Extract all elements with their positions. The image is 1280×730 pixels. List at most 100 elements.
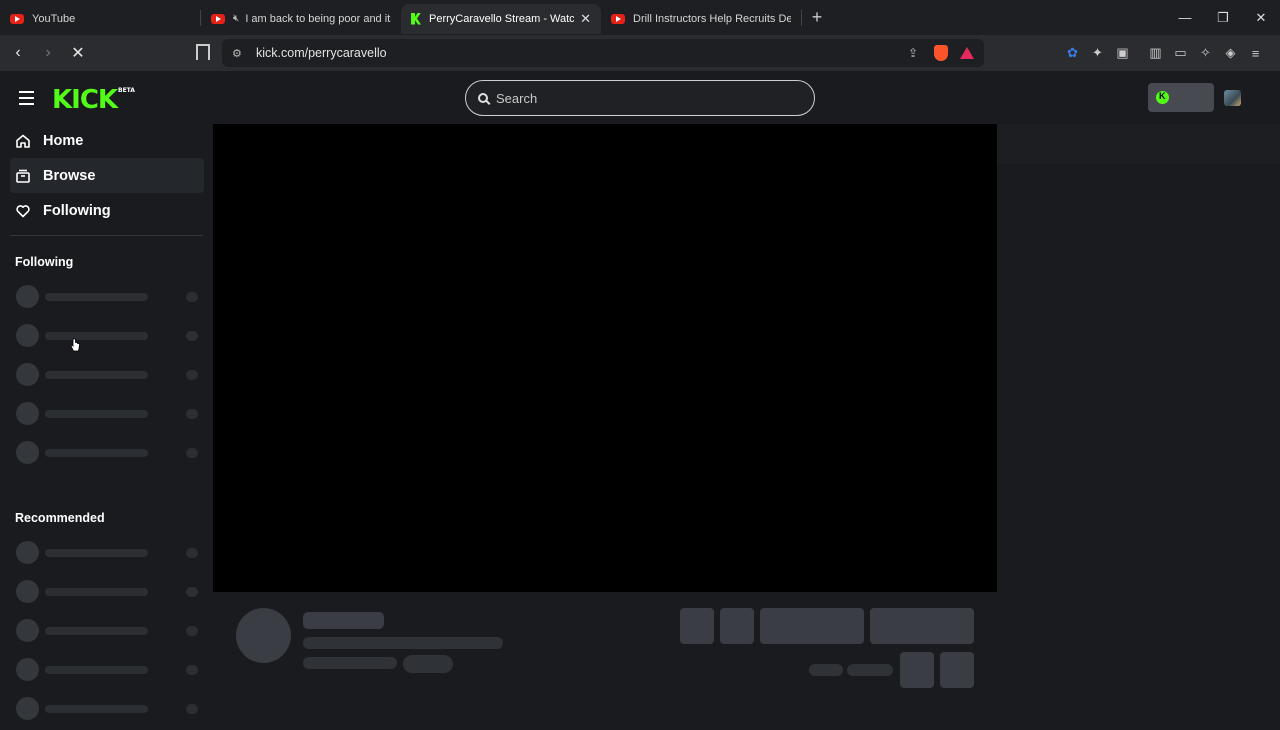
name-skeleton	[45, 549, 148, 557]
youtube-icon	[211, 13, 225, 24]
wallet-icon[interactable]: ▭	[1168, 45, 1193, 61]
sidebar-item-browse[interactable]: Browse	[10, 158, 204, 193]
channel-skeleton-row	[0, 613, 213, 652]
tag-skeleton	[403, 655, 453, 673]
minimize-button[interactable]: —	[1166, 10, 1204, 25]
following-section-title: Following	[15, 255, 74, 269]
more-button-skeleton	[940, 652, 974, 688]
action-button-skeleton	[720, 608, 754, 644]
sidebar-item-label: Home	[43, 132, 84, 149]
action-button-skeleton	[680, 608, 714, 644]
avatar-skeleton	[16, 541, 39, 564]
restore-button[interactable]: ❐	[1204, 10, 1242, 26]
leo-ai-icon[interactable]: ✧	[1193, 45, 1218, 61]
search-icon	[478, 93, 488, 103]
viewers-skeleton	[186, 587, 198, 597]
tab-video-muted[interactable]: 🔇︎ I am back to being poor and its a	[201, 4, 401, 34]
name-skeleton	[45, 666, 148, 674]
avatar-skeleton	[16, 441, 39, 464]
sidebar: Home Browse Following Following Recommen…	[0, 123, 213, 730]
stop-loading-button[interactable]: ✕	[66, 43, 90, 63]
tab-title: Drill Instructors Help Recruits Develo	[633, 12, 791, 25]
search-bar[interactable]	[465, 80, 815, 116]
browse-icon	[16, 169, 30, 183]
bookmark-icon[interactable]	[196, 44, 210, 60]
sidebar-item-home[interactable]: Home	[10, 123, 204, 158]
recommended-section-title: Recommended	[15, 511, 105, 525]
url-text[interactable]: kick.com/perrycaravello	[256, 46, 387, 60]
kick-page: KICK BETA Home Browse Following	[0, 71, 1280, 720]
menu-icon[interactable]: ≡	[1243, 46, 1268, 61]
viewers-skeleton	[186, 448, 198, 458]
viewers-skeleton	[186, 292, 198, 302]
name-skeleton	[45, 293, 148, 301]
tab-youtube[interactable]: YouTube	[0, 4, 200, 34]
forward-button[interactable]: ›	[36, 44, 60, 62]
muted-speaker-icon[interactable]: 🔇︎	[233, 13, 239, 24]
channel-skeleton-row	[0, 396, 213, 435]
browser-tab-bar: YouTube 🔇︎ I am back to being poor and i…	[0, 0, 1280, 35]
channel-skeleton-row	[0, 435, 213, 474]
viewers-skeleton	[186, 665, 198, 675]
recommended-list	[0, 535, 213, 730]
sidebar-item-following[interactable]: Following	[10, 193, 204, 228]
tab-title: YouTube	[32, 12, 76, 25]
channel-skeleton-row	[0, 691, 213, 730]
tab-drill-instructors[interactable]: Drill Instructors Help Recruits Develo	[601, 4, 801, 34]
site-settings-icon[interactable]: ⚙	[232, 47, 248, 60]
user-menu-button[interactable]	[1148, 83, 1214, 112]
kick-logo[interactable]: KICK BETA	[52, 85, 135, 115]
vpn-shield-icon[interactable]: ◈	[1218, 45, 1243, 61]
window-controls: — ❐ ✕	[1166, 0, 1280, 35]
close-window-button[interactable]: ✕	[1242, 10, 1280, 26]
extension-icon[interactable]: ✿	[1060, 45, 1085, 61]
search-input[interactable]	[496, 90, 796, 106]
back-button[interactable]: ‹	[6, 44, 30, 62]
channel-skeleton-row	[0, 357, 213, 396]
stream-title-skeleton	[303, 637, 503, 649]
streamer-name-skeleton	[303, 612, 384, 629]
avatar-skeleton	[16, 580, 39, 603]
viewers-skeleton	[186, 409, 198, 419]
name-skeleton	[45, 332, 148, 340]
follow-button-skeleton	[760, 608, 864, 644]
viewers-skeleton	[186, 704, 198, 714]
share-icon[interactable]: ⇪	[908, 46, 918, 60]
sidebar-item-label: Browse	[43, 167, 96, 184]
channel-skeleton-row	[0, 652, 213, 691]
kick-icon	[411, 12, 421, 25]
uptime-skeleton	[847, 664, 893, 676]
channel-skeleton-row	[0, 318, 213, 357]
kick-coin-icon	[1156, 91, 1169, 104]
sidebar-item-label: Following	[43, 202, 111, 219]
new-tab-button[interactable]: +	[802, 7, 832, 28]
share-button-skeleton	[900, 652, 934, 688]
hamburger-menu-icon[interactable]	[19, 91, 34, 109]
tab-close-icon[interactable]: ✕	[580, 11, 591, 27]
beta-badge: BETA	[118, 87, 135, 94]
heart-icon	[16, 204, 30, 218]
avatar-skeleton	[16, 697, 39, 720]
avatar-skeleton	[16, 619, 39, 642]
viewers-skeleton	[186, 626, 198, 636]
address-bar[interactable]: ⚙ kick.com/perrycaravello ⇪	[222, 39, 984, 67]
video-player[interactable]	[213, 124, 997, 592]
avatar[interactable]	[1224, 90, 1241, 106]
tab-kick-active[interactable]: PerryCaravello Stream - Watch Li ✕	[401, 3, 601, 34]
viewers-skeleton	[186, 370, 198, 380]
avatar-skeleton	[16, 402, 39, 425]
avatar-skeleton	[16, 324, 39, 347]
sidebar-icon[interactable]: ▥	[1143, 45, 1168, 61]
avatar-skeleton	[16, 285, 39, 308]
brave-rewards-icon[interactable]	[960, 47, 974, 59]
tab-title: PerryCaravello Stream - Watch Li	[429, 12, 575, 25]
brave-shields-icon[interactable]	[934, 45, 948, 61]
name-skeleton	[45, 410, 148, 418]
reader-icon[interactable]: ▣	[1110, 45, 1135, 61]
name-skeleton	[45, 627, 148, 635]
channel-skeleton-row	[0, 279, 213, 318]
streamer-avatar-skeleton	[236, 608, 291, 663]
youtube-icon	[10, 13, 24, 24]
name-skeleton	[45, 705, 148, 713]
puzzle-icon[interactable]: ✦	[1085, 45, 1110, 61]
